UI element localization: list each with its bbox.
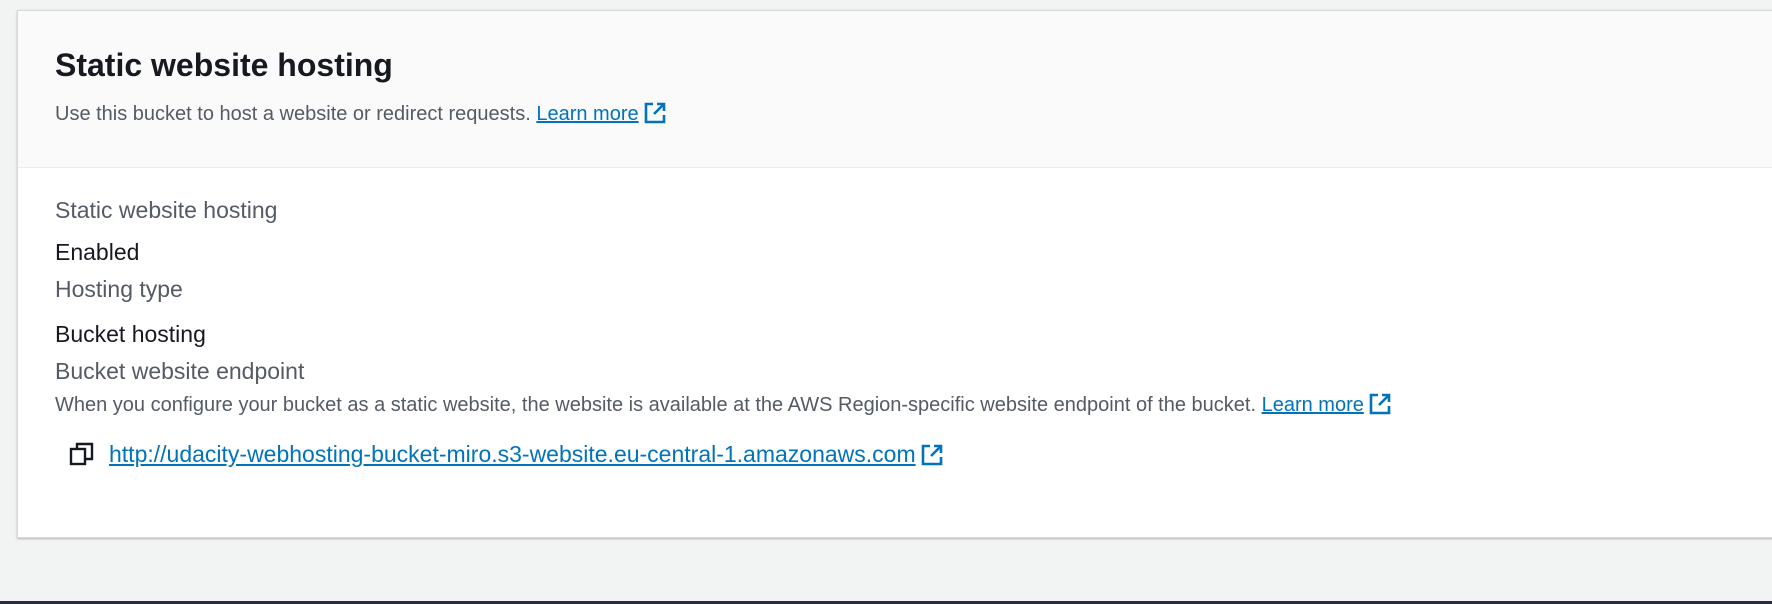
learn-more-link[interactable]: Learn more bbox=[536, 102, 666, 125]
endpoint-row: http://udacity-webhosting-bucket-miro.s3… bbox=[69, 439, 1772, 469]
external-link-icon bbox=[644, 102, 665, 124]
endpoint-learn-more-label: Learn more bbox=[1261, 394, 1364, 416]
panel-header: Static website hosting Use this bucket t… bbox=[18, 11, 1772, 168]
panel-body: Static website hosting Enabled Hosting t… bbox=[18, 168, 1772, 469]
endpoint-label: Bucket website endpoint bbox=[55, 358, 305, 384]
endpoint-help-text: When you configure your bucket as a stat… bbox=[55, 394, 1257, 416]
hosting-label: Static website hosting bbox=[55, 197, 278, 223]
endpoint-url-link[interactable]: http://udacity-webhosting-bucket-miro.s3… bbox=[109, 439, 944, 469]
panel-description: Use this bucket to host a website or red… bbox=[55, 101, 1772, 127]
copy-icon[interactable] bbox=[69, 441, 95, 467]
static-website-hosting-panel: Static website hosting Use this bucket t… bbox=[17, 10, 1772, 538]
learn-more-label: Learn more bbox=[536, 103, 639, 125]
endpoint-url: http://udacity-webhosting-bucket-miro.s3… bbox=[109, 441, 916, 467]
panel-description-text: Use this bucket to host a website or red… bbox=[55, 103, 531, 125]
hosting-type-label: Hosting type bbox=[55, 276, 183, 302]
external-link-icon bbox=[921, 444, 942, 466]
hosting-type-value: Bucket hosting bbox=[55, 321, 206, 347]
hosting-value: Enabled bbox=[55, 239, 140, 265]
endpoint-help: When you configure your bucket as a stat… bbox=[55, 391, 1772, 419]
external-link-icon bbox=[1369, 393, 1391, 415]
endpoint-learn-more-link[interactable]: Learn more bbox=[1261, 393, 1392, 416]
panel-title: Static website hosting bbox=[55, 47, 393, 83]
